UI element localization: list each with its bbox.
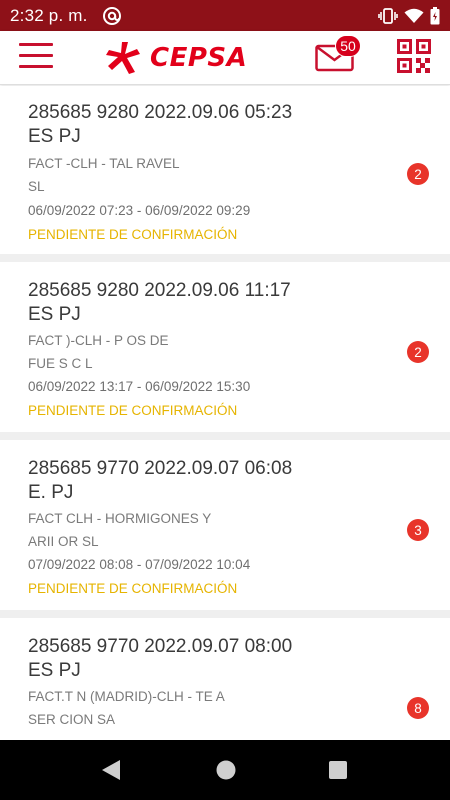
item-description-2: SL — [28, 179, 45, 194]
item-description: FACT CLH - HORMIGONES Y — [28, 511, 212, 526]
cepsa-logo-icon — [106, 42, 140, 74]
vibrate-icon — [378, 7, 398, 24]
item-description-2: SER CION SA — [28, 712, 116, 727]
cepsa-logo: CEPSA — [104, 40, 247, 76]
item-title: 285685 9770 2022.09.07 06:08 — [28, 458, 293, 479]
back-triangle-icon[interactable] — [100, 758, 122, 782]
item-status: PENDIENTE DE CONFIRMACIÓN — [28, 403, 238, 418]
item-subtitle: ES PJ — [28, 660, 81, 681]
system-nav-bar — [0, 740, 450, 800]
at-sign-icon — [102, 6, 121, 25]
list-item[interactable]: 285685 9280 2022.09.06 05:23 ES PJ FACT … — [0, 86, 450, 262]
item-dates: 06/09/2022 13:17 - 06/09/2022 15:30 — [28, 379, 251, 394]
list-item[interactable]: 285685 9280 2022.09.06 11:17 ES PJ FACT … — [0, 262, 450, 440]
status-time: 2:32 p. m. — [10, 5, 88, 25]
item-subtitle: E. PJ — [28, 482, 74, 503]
hamburger-menu-icon[interactable] — [19, 41, 55, 71]
item-dates: 07/09/2022 08:08 - 07/09/2022 10:04 — [28, 557, 251, 572]
item-description: FACT )-CLH - P OS DE — [28, 333, 169, 348]
status-icons — [378, 6, 440, 25]
item-status: PENDIENTE DE CONFIRMACIÓN — [28, 227, 238, 242]
item-count-badge: 2 — [407, 341, 429, 363]
item-description: FACT.T N (MADRID)-CLH - TE A — [28, 689, 225, 704]
item-status: PENDIENTE DE CONFIRMACIÓN — [28, 581, 238, 596]
recents-square-icon[interactable] — [327, 758, 349, 782]
logo-text: CEPSA — [150, 43, 248, 73]
home-circle-icon[interactable] — [215, 758, 237, 782]
item-title: 285685 9280 2022.09.06 05:23 — [28, 102, 293, 123]
list-item[interactable]: 285685 9770 2022.09.07 08:00 ES PJ FACT.… — [0, 618, 450, 740]
list-item[interactable]: 285685 9770 2022.09.07 06:08 E. PJ FACT … — [0, 440, 450, 618]
item-title: 285685 9770 2022.09.07 08:00 — [28, 636, 293, 657]
app-bar: CEPSA 50 — [0, 31, 450, 85]
item-dates: 06/09/2022 07:23 - 06/09/2022 09:29 — [28, 203, 251, 218]
item-count-badge: 3 — [407, 519, 429, 541]
mail-count-badge: 50 — [335, 35, 361, 57]
status-bar: 2:32 p. m. — [0, 0, 450, 31]
item-subtitle: ES PJ — [28, 126, 81, 147]
item-subtitle: ES PJ — [28, 304, 81, 325]
delivery-list[interactable]: 285685 9280 2022.09.06 05:23 ES PJ FACT … — [0, 86, 450, 740]
item-title: 285685 9280 2022.09.06 11:17 — [28, 280, 291, 301]
item-description-2: FUE S C L — [28, 356, 93, 371]
item-description: FACT -CLH - TAL RAVEL — [28, 156, 180, 171]
qr-code-icon[interactable] — [397, 39, 431, 73]
battery-icon — [430, 6, 440, 24]
item-description-2: ARII OR SL — [28, 534, 99, 549]
item-count-badge: 2 — [407, 163, 429, 185]
wifi-icon — [404, 8, 424, 23]
item-count-badge: 8 — [407, 697, 429, 719]
